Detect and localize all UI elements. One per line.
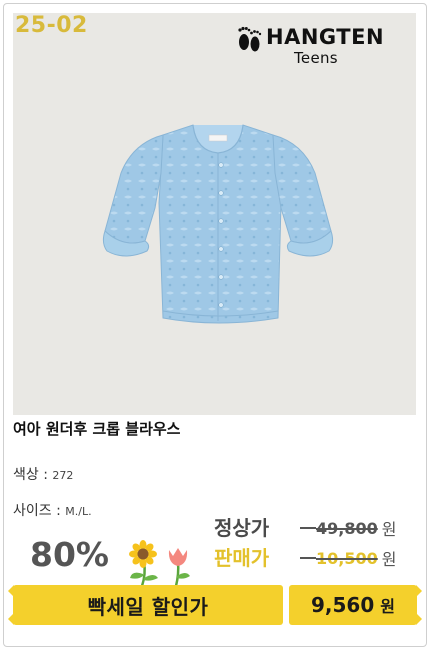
price-labels: 정상가 판매가 (214, 513, 269, 573)
product-photo[interactable]: 25-02 HANGTEN Teens (13, 13, 416, 415)
flash-sale-price: 9,560 (311, 593, 375, 617)
currency-won: 원 (381, 550, 397, 569)
product-code: 25-02 (15, 13, 88, 38)
flash-sale-label: 빡세일 할인가 (87, 594, 209, 619)
brand-logo: HANGTEN Teens (236, 21, 406, 69)
flash-currency-won: 원 (380, 597, 395, 616)
sale-price-row: 10,500 원 (300, 543, 396, 573)
brand-name: HANGTEN (266, 25, 385, 49)
brand-subline: Teens (294, 49, 338, 67)
flash-sale-banner[interactable]: 빡세일 할인가 (13, 585, 283, 625)
color-value: 272 (52, 469, 74, 482)
currency-won: 원 (381, 520, 397, 539)
sunflower-tulip-icon (129, 540, 190, 587)
price-values: 49,800 원 10,500 원 (300, 513, 396, 573)
regular-price-label: 정상가 (214, 516, 270, 540)
size-value: M./L. (65, 505, 92, 518)
product-title[interactable]: 여아 원더후 크롭 블라우스 (13, 418, 180, 439)
sale-price: 10,500 (316, 548, 378, 568)
color-label: 색상 : (13, 467, 53, 483)
color-row: 색상 : 272 (13, 464, 73, 484)
strike-dash (300, 557, 316, 559)
regular-price-row: 49,800 원 (300, 513, 396, 543)
flash-sale-price-box[interactable]: 9,560 원 (289, 585, 417, 625)
size-label: 사이즈 : (13, 503, 66, 519)
hangten-feet-logo-icon (238, 26, 262, 52)
sale-price-label: 판매가 (214, 546, 270, 570)
size-row: 사이즈 : M./L. (13, 500, 92, 520)
discount-rate: 80% (30, 535, 109, 574)
regular-price: 49,800 (316, 518, 378, 538)
strike-dash (300, 527, 316, 529)
blouse-image (102, 124, 334, 324)
